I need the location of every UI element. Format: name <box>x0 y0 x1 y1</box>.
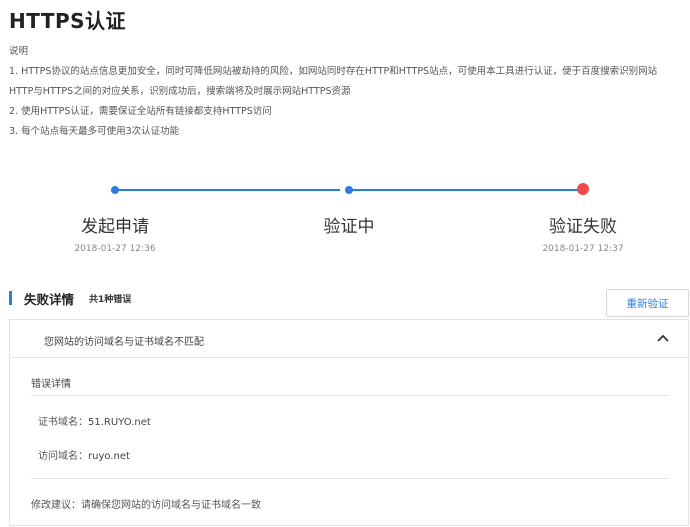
cert-domain-value: 51.RUYO.net <box>88 417 151 428</box>
step-label-submit: 发起申请 <box>81 217 149 237</box>
section-accent-bar <box>9 291 12 305</box>
error-panel: 您网站的访问域名与证书域名不匹配 错误详情 证书域名：51.RUYO.net 访… <box>9 319 689 526</box>
visit-domain-value: ruyo.net <box>88 451 130 462</box>
description-line: 3. 每个站点每天最多可使用3次认证功能 <box>9 126 180 137</box>
advice-label: 修改建议： <box>31 500 81 511</box>
reverify-button[interactable]: 重新验证 <box>606 289 689 317</box>
error-summary: 您网站的访问域名与证书域名不匹配 <box>44 337 204 348</box>
cert-domain-label: 证书域名： <box>38 417 88 428</box>
step-label-failed: 验证失败 <box>549 217 617 237</box>
error-count: 共1种错误 <box>89 295 132 305</box>
error-detail-title: 错误详情 <box>31 379 71 390</box>
cert-domain-row: 证书域名：51.RUYO.net <box>38 413 151 428</box>
progress-track <box>352 189 579 191</box>
divider <box>31 478 668 479</box>
visit-domain-row: 访问域名：ruyo.net <box>38 447 130 462</box>
advice-text: 请确保您网站的访问域名与证书域名一致 <box>81 500 261 511</box>
step-time-failed: 2018-01-27 12:37 <box>542 244 624 254</box>
progress-track <box>118 189 340 191</box>
page-title: HTTPS认证 <box>9 9 127 33</box>
advice-row: 修改建议：请确保您网站的访问域名与证书域名一致 <box>31 496 261 511</box>
description-line: 1. HTTPS协议的站点信息更加安全，同时可降低网站被劫持的风险，如网站同时存… <box>9 66 658 77</box>
step-dot-submit <box>111 186 119 194</box>
error-panel-header[interactable]: 您网站的访问域名与证书域名不匹配 <box>10 320 688 358</box>
divider <box>31 395 668 396</box>
chevron-up-icon[interactable] <box>656 331 670 345</box>
step-label-verifying: 验证中 <box>323 217 375 237</box>
step-dot-failed <box>577 183 589 195</box>
description: 说明 1. HTTPS协议的站点信息更加安全，同时可降低网站被劫持的风险，如网站… <box>9 42 657 142</box>
description-line: HTTP与HTTPS之间的对应关系，识别成功后，搜索端将及时展示网站HTTPS资… <box>9 86 351 97</box>
description-line: 2. 使用HTTPS认证，需要保证全站所有链接都支持HTTPS访问 <box>9 106 272 117</box>
visit-domain-label: 访问域名： <box>38 451 88 462</box>
step-time-submit: 2018-01-27 12:36 <box>74 244 156 254</box>
fail-details-title: 失败详情 <box>24 292 75 307</box>
description-heading: 说明 <box>9 46 29 57</box>
step-dot-verifying <box>345 186 353 194</box>
